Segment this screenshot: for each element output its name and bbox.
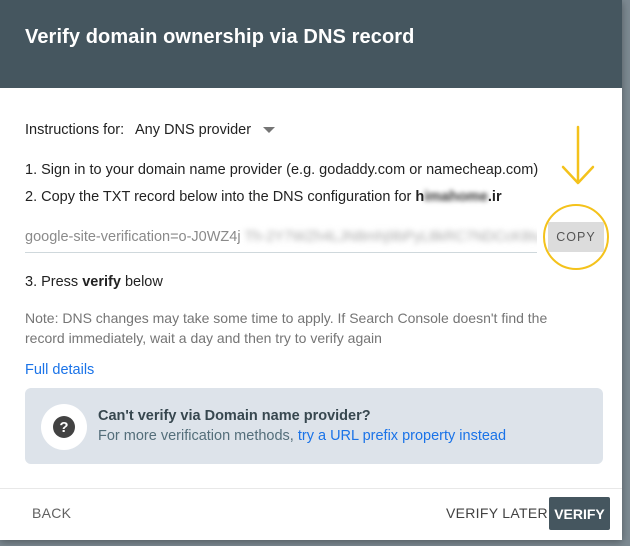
step-3-suffix: below: [120, 274, 163, 290]
copy-button[interactable]: COPY: [548, 222, 604, 252]
arrow-down-icon: [561, 125, 595, 185]
step-2: 2. Copy the TXT record below into the DN…: [25, 189, 502, 205]
txt-record-blurred: Th-2Y7WZh4LJN8mhj9bPyL8kRC7NDCcK8Iu: [244, 229, 537, 245]
dns-provider-select[interactable]: Any DNS provider: [135, 122, 276, 138]
step-3-prefix: 3. Press: [25, 274, 83, 290]
verify-button[interactable]: VERIFY: [549, 497, 610, 530]
verify-later-button[interactable]: VERIFY LATER: [446, 505, 548, 521]
domain-start: h: [415, 189, 425, 205]
alternative-method-box: ? Can't verify via Domain name provider?…: [25, 388, 603, 464]
txt-record-value: google-site-verification=o-J0WZ4j: [25, 229, 241, 245]
step-3: 3. Press verify below: [25, 274, 163, 290]
dns-provider-selected: Any DNS provider: [135, 122, 252, 138]
alternative-description: For more verification methods, try a URL…: [98, 428, 506, 444]
help-icon-circle: ?: [41, 404, 87, 450]
domain-blurred: imahome: [424, 189, 488, 205]
url-prefix-link[interactable]: try a URL prefix property instead: [298, 428, 506, 444]
instructions-label: Instructions for:: [25, 122, 125, 138]
domain-name: himahome.ir: [415, 189, 501, 205]
verify-dns-dialog: Verify domain ownership via DNS record I…: [0, 0, 622, 540]
alternative-title: Can't verify via Domain name provider?: [98, 408, 371, 424]
full-details-link[interactable]: Full details: [25, 362, 94, 378]
step-3-bold: verify: [82, 274, 121, 290]
txt-record-field[interactable]: google-site-verification=o-J0WZ4j Th-2Y7W…: [25, 222, 537, 253]
dialog-title: Verify domain ownership via DNS record: [25, 26, 415, 48]
back-button[interactable]: BACK: [32, 505, 71, 521]
alternative-desc-prefix: For more verification methods,: [98, 428, 298, 444]
help-icon: ?: [53, 416, 75, 438]
dns-note: Note: DNS changes may take some time to …: [25, 310, 548, 346]
domain-end: .ir: [487, 189, 502, 205]
step-1: 1. Sign in to your domain name provider …: [25, 162, 539, 178]
dialog-header: Verify domain ownership via DNS record: [0, 0, 622, 88]
caret-down-icon: [263, 127, 276, 133]
footer-divider: [0, 488, 622, 489]
step-2-text: 2. Copy the TXT record below into the DN…: [25, 189, 416, 205]
